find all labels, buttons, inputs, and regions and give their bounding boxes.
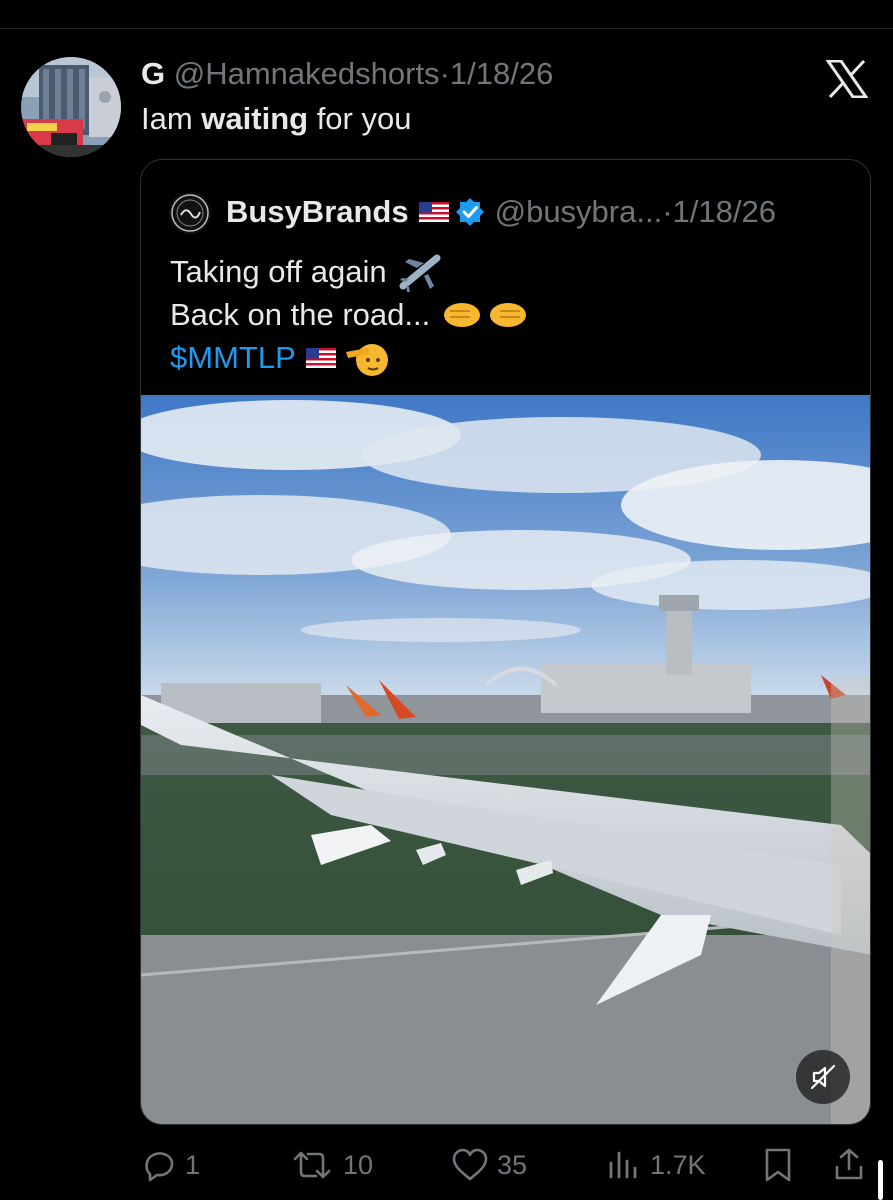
quoted-header: BusyBrands @busybra... · 1/18/26 <box>226 194 776 230</box>
quoted-tweet[interactable]: BusyBrands @busybra... · 1/18/26 Taking of… <box>140 159 871 1125</box>
tweet-header: G @Hamnakedshorts·1/18/26 <box>141 56 553 92</box>
author-handle[interactable]: @Hamnakedshorts <box>174 56 440 91</box>
quoted-separator: · <box>662 194 673 229</box>
quoted-author-handle[interactable]: @busybra... <box>495 194 663 230</box>
divider <box>0 28 893 29</box>
reply-count: 1 <box>185 1149 201 1180</box>
repost-button[interactable]: 10 <box>289 1147 373 1183</box>
scrollbar[interactable] <box>878 1160 883 1200</box>
tweet-text-end: for you <box>308 101 412 136</box>
bookmark-icon <box>765 1148 791 1182</box>
cashtag-link[interactable]: $MMTLP <box>170 336 296 379</box>
quoted-line-2: Back on the road... <box>170 297 431 332</box>
like-icon <box>452 1148 488 1181</box>
fist-bump-emoji <box>444 302 527 327</box>
verified-badge-icon <box>455 198 484 226</box>
airplane-emoji <box>399 254 441 292</box>
avatar[interactable] <box>21 57 121 157</box>
author-name[interactable]: G <box>141 56 165 91</box>
us-flag-icon <box>305 347 336 368</box>
views-icon <box>609 1151 637 1179</box>
mute-button[interactable] <box>796 1050 850 1104</box>
saluting-face-emoji <box>345 343 388 376</box>
tweet-text-start: Iam <box>141 101 202 136</box>
tweet-text-bold: waiting <box>201 101 309 136</box>
views-button[interactable]: 1.7K <box>606 1147 706 1183</box>
video-player[interactable] <box>141 395 870 1124</box>
repost-count: 10 <box>343 1149 374 1180</box>
views-count: 1.7K <box>650 1149 706 1180</box>
like-button[interactable]: 35 <box>451 1147 527 1183</box>
separator: · <box>439 56 450 91</box>
share-button[interactable] <box>833 1147 873 1183</box>
quoted-avatar[interactable] <box>169 192 211 234</box>
share-icon <box>835 1148 863 1180</box>
quoted-author-name[interactable]: BusyBrands <box>226 194 409 230</box>
repost-icon <box>293 1151 331 1179</box>
tweet-date[interactable]: 1/18/26 <box>450 56 553 91</box>
quoted-line-1: Taking off again <box>170 254 387 289</box>
bookmark-button[interactable] <box>762 1147 802 1183</box>
mute-icon <box>810 1064 836 1090</box>
quoted-date[interactable]: 1/18/26 <box>673 194 776 230</box>
quoted-text: Taking off again Back on the road... $MM… <box>170 250 532 379</box>
tweet-text: Iam waiting for you <box>141 101 411 137</box>
action-bar: 1 10 35 1.7K <box>0 1140 893 1190</box>
reply-button[interactable]: 1 <box>141 1147 200 1183</box>
like-count: 35 <box>497 1149 528 1180</box>
x-logo-icon[interactable] <box>825 59 869 99</box>
us-flag-icon <box>418 202 449 222</box>
reply-icon <box>145 1152 174 1182</box>
